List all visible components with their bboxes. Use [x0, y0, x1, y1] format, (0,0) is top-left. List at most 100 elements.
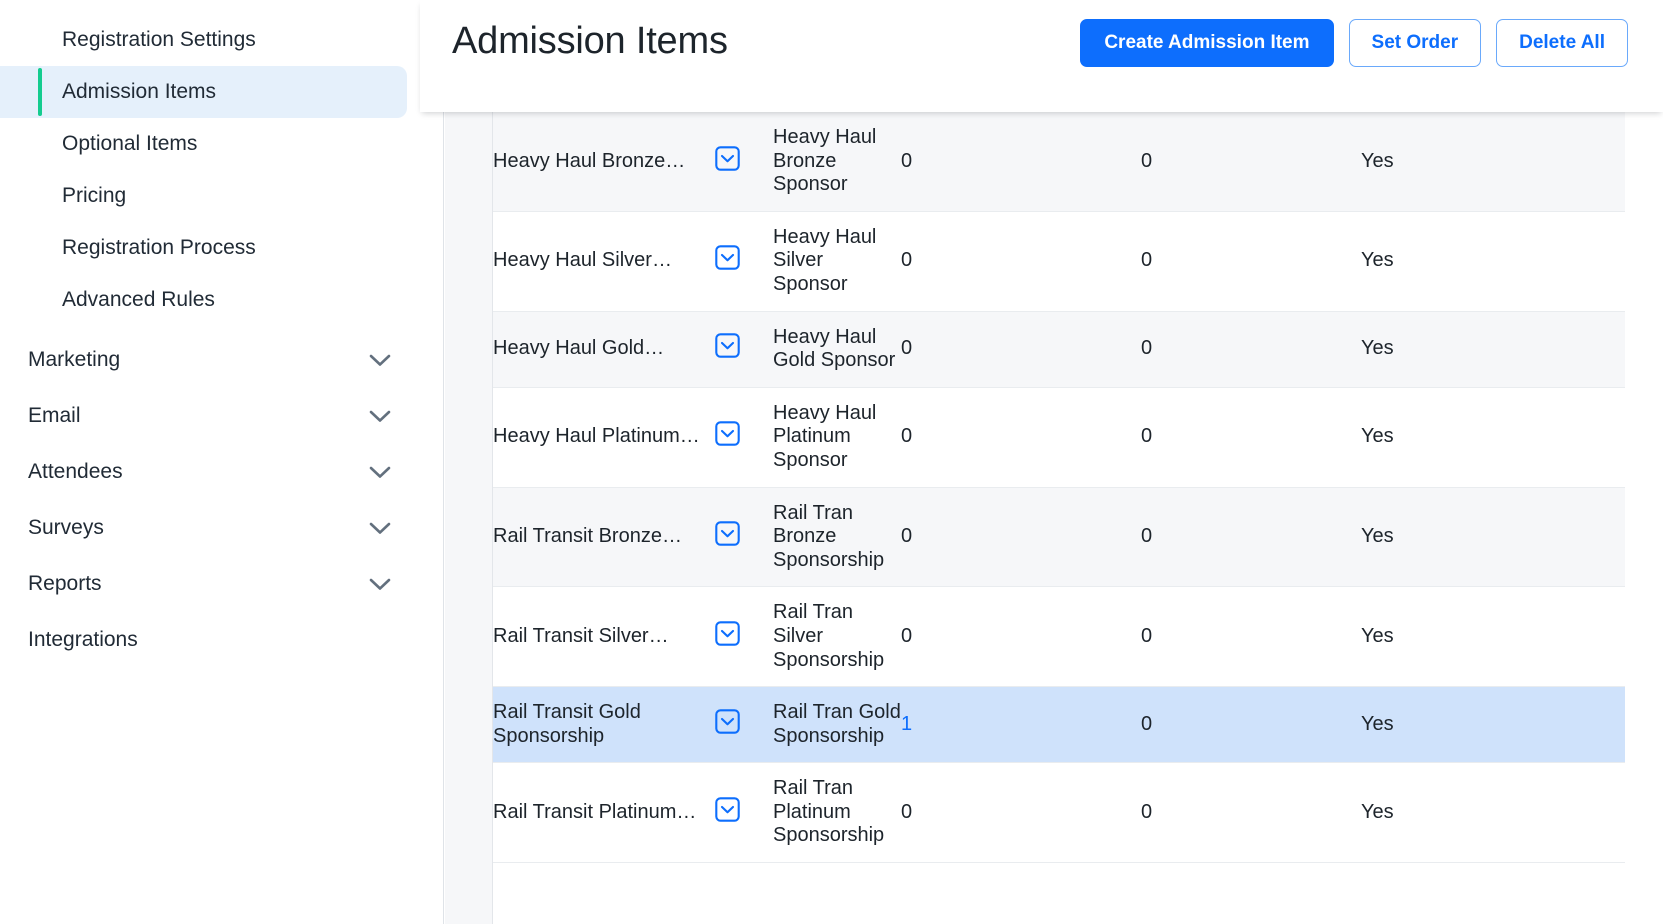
sidebar-item-pricing[interactable]: Pricing: [0, 170, 407, 222]
quantity-registered-value: 0: [901, 624, 913, 647]
quantity-registered-value: 0: [901, 525, 913, 548]
chevron-down-box-icon[interactable]: [715, 797, 740, 822]
table-row[interactable]: Rail Transit Bronze… Rail Tran Bronze Spo…: [493, 487, 1625, 588]
chevron-down-icon[interactable]: [369, 522, 391, 535]
sidebar-item-attendees[interactable]: Attendees: [0, 444, 443, 500]
cell-quantity-registered: 0: [901, 487, 1141, 588]
cell-description: Rail Tran Gold Sponsorship: [773, 686, 901, 764]
cell-quantity-registered: 0: [901, 112, 1141, 212]
table-row[interactable]: Rail Transit Silver… Rail Tran Silver Spo…: [493, 586, 1625, 688]
sidebar-item-label: Surveys: [28, 516, 104, 539]
quantity-registered-value: 0: [901, 149, 913, 172]
chevron-down-box-icon[interactable]: [715, 245, 740, 271]
chevron-down-box-icon[interactable]: [715, 621, 740, 646]
chevron-down-icon[interactable]: [369, 578, 391, 591]
cell-active-status: Yes: [1361, 112, 1625, 212]
admission-items-table: Heavy Haul Bronze… Heavy Haul Bronze Spon…: [493, 112, 1625, 864]
cell-item-name: Rail Transit Platinum…: [493, 762, 715, 864]
table-row[interactable]: Rail Transit Platinum… Rail Tran Platinum…: [493, 762, 1625, 864]
cell-active-status: Yes: [1361, 387, 1625, 488]
cell-checkbox: [715, 211, 773, 312]
delete-all-button[interactable]: Delete All: [1496, 19, 1628, 67]
cell-description: Rail Tran Platinum Sponsorship: [773, 762, 901, 864]
cell-item-name: Rail Transit Silver…: [493, 586, 715, 688]
chevron-down-box-icon[interactable]: [715, 333, 740, 359]
sidebar-item-label: Attendees: [28, 460, 123, 483]
cell-quantity-available: 0: [1141, 762, 1361, 864]
sidebar-item-label: Email: [28, 404, 81, 427]
header-actions: Create Admission Item Set Order Delete A…: [1080, 19, 1628, 67]
table-row[interactable]: Heavy Haul Silver… Heavy Haul Silver Spon…: [493, 211, 1625, 312]
table-row[interactable]: Heavy Haul Gold… Heavy Haul Gold Sponsor 0…: [493, 311, 1625, 388]
chevron-down-box-icon[interactable]: [715, 521, 740, 546]
item-name-link[interactable]: Rail Transit Silver…: [493, 625, 669, 647]
cell-description: Rail Tran Bronze Sponsorship: [773, 487, 901, 588]
cell-item-name: Heavy Haul Bronze…: [493, 112, 715, 212]
cell-description: Heavy Haul Bronze Sponsor: [773, 112, 901, 212]
chevron-down-box-icon[interactable]: [715, 709, 740, 734]
item-name-link[interactable]: Rail Transit Bronze…: [493, 525, 682, 547]
sidebar-item-optional-items[interactable]: Optional Items: [0, 118, 407, 170]
set-order-button[interactable]: Set Order: [1348, 19, 1482, 67]
sidebar-item-registration-process[interactable]: Registration Process: [0, 222, 407, 274]
cell-description: Heavy Haul Silver Sponsor: [773, 211, 901, 312]
cell-quantity-available: 0: [1141, 311, 1361, 388]
cell-active-status: Yes: [1361, 586, 1625, 688]
cell-checkbox: [715, 112, 773, 212]
cell-item-name: Heavy Haul Silver…: [493, 211, 715, 312]
cell-description: Heavy Haul Platinum Sponsor: [773, 387, 901, 488]
sidebar-item-label: Advanced Rules: [62, 288, 215, 311]
chevron-down-box-icon[interactable]: [715, 145, 740, 171]
table-row[interactable]: Heavy Haul Bronze… Heavy Haul Bronze Spon…: [493, 112, 1625, 212]
sidebar-item-surveys[interactable]: Surveys: [0, 500, 443, 556]
sidebar-item-admission-items[interactable]: Admission Items: [0, 66, 407, 118]
cell-quantity-registered: 0: [901, 762, 1141, 864]
create-admission-item-button[interactable]: Create Admission Item: [1080, 19, 1334, 67]
item-name-link[interactable]: Rail Transit Gold Sponsorship: [493, 701, 641, 747]
cell-quantity-registered: 0: [901, 211, 1141, 312]
sidebar-item-label: Pricing: [62, 184, 127, 207]
cell-checkbox: [715, 762, 773, 864]
cell-active-status: Yes: [1361, 762, 1625, 864]
cell-quantity-available: 0: [1141, 487, 1361, 588]
chevron-down-box-icon[interactable]: [715, 421, 740, 447]
sidebar-item-advanced-rules[interactable]: Advanced Rules: [0, 274, 407, 326]
cell-checkbox: [715, 311, 773, 388]
item-name-link[interactable]: Rail Transit Platinum…: [493, 801, 696, 823]
quantity-registered-value[interactable]: 1: [901, 713, 912, 735]
sidebar-item-label: Admission Items: [62, 80, 217, 103]
cell-item-name: Heavy Haul Gold…: [493, 311, 715, 388]
item-name-link[interactable]: Heavy Haul Gold…: [493, 337, 664, 359]
item-name-link[interactable]: Heavy Haul Bronze…: [493, 150, 685, 172]
sidebar-item-label: Marketing: [28, 348, 121, 371]
page-header-panel: Admission Items Create Admission Item Se…: [420, 0, 1663, 112]
cell-active-status: Yes: [1361, 487, 1625, 588]
sidebar-item-reports[interactable]: Reports: [0, 556, 443, 612]
sidebar-item-email[interactable]: Email: [0, 388, 443, 444]
sidebar-item-integrations[interactable]: Integrations: [0, 612, 443, 668]
sidebar-item-marketing[interactable]: Marketing: [0, 332, 443, 388]
cell-item-name: Rail Transit Bronze…: [493, 487, 715, 588]
chevron-down-icon[interactable]: [369, 354, 391, 367]
chevron-down-icon[interactable]: [369, 410, 391, 423]
cell-quantity-available: 0: [1141, 586, 1361, 688]
cell-quantity-registered: 0: [901, 586, 1141, 688]
table-row[interactable]: Heavy Haul Platinum… Heavy Haul Platinum …: [493, 387, 1625, 488]
admission-items-table-scroll[interactable]: Heavy Haul Bronze… Heavy Haul Bronze Spon…: [493, 112, 1663, 924]
cell-item-name: Heavy Haul Platinum…: [493, 387, 715, 488]
quantity-registered-value: 0: [901, 800, 913, 823]
cell-description: Rail Tran Silver Sponsorship: [773, 586, 901, 688]
quantity-registered-value: 0: [901, 337, 913, 360]
cell-description: Heavy Haul Gold Sponsor: [773, 311, 901, 388]
cell-quantity-available: 0: [1141, 211, 1361, 312]
cell-active-status: Yes: [1361, 211, 1625, 312]
sidebar-sub-nav: Registration Settings Admission Items Opti…: [0, 0, 443, 326]
cell-active-status: Yes: [1361, 311, 1625, 388]
sidebar-item-registration-settings[interactable]: Registration Settings: [0, 14, 407, 66]
chevron-down-icon[interactable]: [369, 466, 391, 479]
sidebar-item-label: Registration Process: [62, 236, 256, 259]
table-row[interactable]: Rail Transit Gold Sponsorship Rail Tran G…: [493, 686, 1625, 764]
item-name-link[interactable]: Heavy Haul Silver…: [493, 249, 672, 271]
sidebar-item-label: Reports: [28, 572, 102, 595]
item-name-link[interactable]: Heavy Haul Platinum…: [493, 425, 700, 447]
